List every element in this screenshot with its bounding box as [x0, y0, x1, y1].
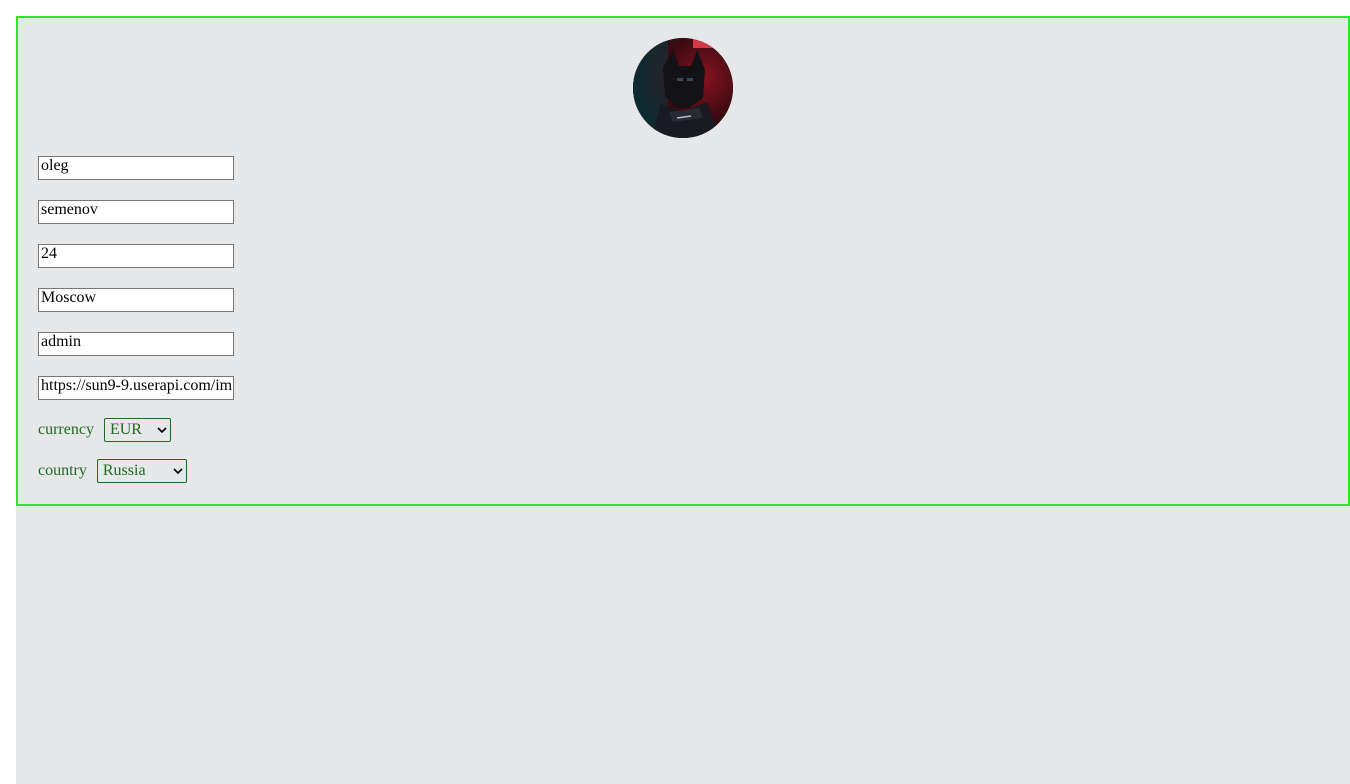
currency-selected-value: EUR — [109, 421, 142, 438]
country-select[interactable]: Russia — [96, 459, 187, 483]
country-label: country — [38, 462, 87, 479]
currency-select[interactable]: EUR — [103, 418, 171, 442]
chevron-down-icon — [173, 468, 183, 475]
country-row: country Russia — [38, 459, 187, 483]
first-name-input[interactable]: oleg — [38, 156, 234, 180]
age-input[interactable]: 24 — [38, 244, 234, 268]
avatar-url-input[interactable]: https://sun9-9.userapi.com/im — [38, 376, 234, 400]
role-input[interactable]: admin — [38, 332, 234, 356]
currency-label: currency — [38, 421, 94, 438]
avatar-image — [633, 38, 733, 138]
profile-card: oleg semenov 24 Moscow admin https://sun… — [16, 16, 1350, 506]
country-selected-value: Russia — [102, 462, 146, 479]
last-name-input[interactable]: semenov — [38, 200, 234, 224]
city-input[interactable]: Moscow — [38, 288, 234, 312]
avatar — [633, 38, 733, 138]
currency-row: currency EUR — [38, 418, 171, 442]
chevron-down-icon — [157, 427, 167, 434]
